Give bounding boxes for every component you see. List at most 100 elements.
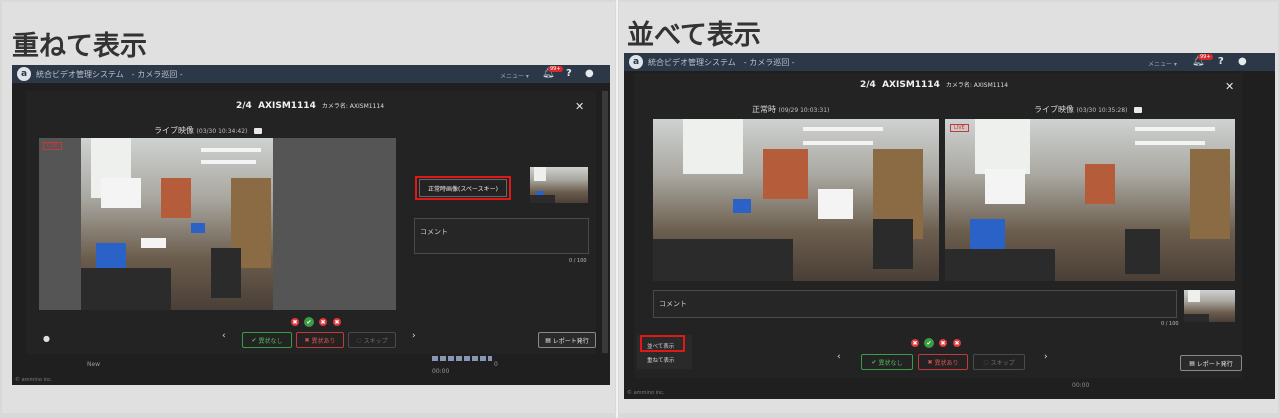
footer-copyright: © ammino inc. [627,390,665,396]
bg-row-time: 00:00 [432,368,450,375]
overlay-option[interactable]: 重ねて表示 [647,356,675,364]
menu-button[interactable]: メニュー ▾ [500,71,529,80]
check-icon: ✔ [251,336,257,344]
scrollbar[interactable] [602,91,608,353]
skip-button[interactable]: ◌ スキップ [348,332,396,348]
settings-icon[interactable]: ● [43,334,50,343]
result-dot-ng[interactable]: ✖ [939,339,947,347]
snapshot-camera-icon[interactable] [253,127,262,134]
help-icon[interactable]: ? [566,68,572,79]
app-logo: a [629,55,643,69]
normal-timestamp: (09/29 10:03:31) [778,107,830,114]
anomaly-button[interactable]: ✖ 異状あり [918,354,968,370]
modal-title: 2/4 AXISM1114 カメラ名: AXISM1114 [236,101,384,111]
live-label: ライブ映像 (03/30 10:35:28) [1034,104,1142,115]
check-icon: ✔ [871,358,877,366]
eye-off-icon: ◌ [983,358,989,366]
report-button[interactable]: ▤ レポート発行 [1180,355,1242,371]
next-arrow-icon[interactable]: › [1044,352,1048,362]
app-bar: a 統合ビデオ管理システム - カメラ巡回 - メニュー ▾ 🔔︎ 99+ ? … [12,65,610,83]
bg-row-time: 00:00 [1072,382,1090,389]
user-icon[interactable]: ● [1238,56,1247,67]
camera-counter: 2/4 [236,101,252,111]
result-dot-ng[interactable]: ✖ [319,318,327,326]
live-camera-image [81,138,273,310]
report-icon: ▤ [1189,359,1195,367]
next-arrow-icon[interactable]: › [412,331,416,341]
normal-image-thumbnail[interactable] [530,167,588,203]
result-dot-ng[interactable]: ✖ [291,318,299,326]
normal-label: 正常時 (09/29 10:03:31) [752,104,829,115]
anomaly-button[interactable]: ✖ 異状あり [296,332,344,348]
camera-id: AXISM1114 [258,101,316,111]
result-dot-ok[interactable]: ✔ [924,338,934,348]
result-dot-ng[interactable]: ✖ [953,339,961,347]
report-button[interactable]: ▤ レポート発行 [538,332,596,348]
camera-counter: 2/4 [860,80,876,90]
highlight-box [415,176,511,200]
patrol-modal: 2/4 AXISM1114 カメラ名: AXISM1114 ✕ ライブ映像 (03… [26,91,596,354]
live-timestamp: (03/30 10:35:28) [1076,107,1128,114]
comparison-figure: 重ねて表示 a 統合ビデオ管理システム - カメラ巡回 - メニュー ▾ 🔔︎ … [0,0,1280,418]
skip-button[interactable]: ◌ スキップ [973,354,1025,370]
eye-off-icon: ◌ [356,336,362,344]
panel-heading: 重ねて表示 [12,31,147,62]
help-icon[interactable]: ? [1218,56,1224,67]
bg-row-label: New [87,361,101,368]
result-dot-ng[interactable]: ✖ [333,318,341,326]
live-tag: LIVE [950,124,969,132]
result-dot-ng[interactable]: ✖ [911,339,919,347]
patrol-modal: 2/4 AXISM1114 カメラ名: AXISM1114 ✕ 正常時 (09/2… [634,73,1242,378]
snapshot-camera-icon[interactable] [1133,106,1142,113]
cross-icon: ✖ [927,358,933,366]
live-label-text: ライブ映像 [154,126,194,135]
no-anomaly-button[interactable]: ✔ 異状なし [861,354,913,370]
anomaly-label: 異状あり [934,359,959,367]
camera-name: カメラ名: AXISM1114 [321,103,385,110]
report-icon: ▤ [545,336,551,344]
camera-id: AXISM1114 [882,80,940,90]
report-label: レポート発行 [552,337,589,345]
live-tag: LIVE [43,142,62,150]
highlight-box [640,335,685,352]
normal-camera-image [653,119,939,281]
normal-image-thumbnail[interactable] [1184,290,1235,322]
no-anomaly-label: 異状なし [258,337,283,345]
modal-title: 2/4 AXISM1114 カメラ名: AXISM1114 [860,80,1008,90]
skip-label: スキップ [363,337,388,345]
panel-heading: 並べて表示 [627,20,761,51]
comment-field[interactable]: コメント [414,218,589,254]
notification-badge: 99+ [1198,54,1213,60]
prev-arrow-icon[interactable]: ‹ [222,331,226,341]
result-dot-ok[interactable]: ✔ [304,317,314,327]
cross-icon: ✖ [304,336,310,344]
app-bar: a 統合ビデオ管理システム - カメラ巡回 - メニュー ▾ 🔔︎ 99+ ? … [624,53,1275,71]
comment-counter: 0 / 100 [569,258,587,264]
menu-button[interactable]: メニュー ▾ [1148,59,1177,68]
comment-field[interactable]: コメント [653,290,1177,318]
normal-label-text: 正常時 [752,105,776,114]
live-label: ライブ映像 (03/30 10:34:42) [154,125,262,136]
notification-badge: 99+ [548,66,563,72]
report-label: レポート発行 [1196,360,1233,368]
no-anomaly-button[interactable]: ✔ 異状なし [242,332,292,348]
divider [616,0,618,418]
prev-arrow-icon[interactable]: ‹ [837,352,841,362]
bg-row-progress [432,356,492,361]
live-timestamp: (03/30 10:34:42) [196,128,248,135]
live-camera-image [945,119,1235,281]
anomaly-label: 異状あり [311,337,336,345]
app-logo: a [17,67,31,81]
app-title: 統合ビデオ管理システム - カメラ巡回 - [36,69,183,79]
live-label-text: ライブ映像 [1034,105,1074,114]
app-screen: a 統合ビデオ管理システム - カメラ巡回 - メニュー ▾ 🔔︎ 99+ ? … [624,53,1275,399]
side-by-side-view-panel: 並べて表示 a 統合ビデオ管理システム - カメラ巡回 - メニュー ▾ 🔔︎ … [619,2,1278,413]
comment-counter: 0 / 100 [1161,321,1179,327]
close-icon[interactable]: ✕ [1225,80,1234,93]
skip-label: スキップ [990,359,1015,367]
close-icon[interactable]: ✕ [575,100,584,113]
overlay-view-panel: 重ねて表示 a 統合ビデオ管理システム - カメラ巡回 - メニュー ▾ 🔔︎ … [2,2,615,413]
bg-row-count: 0 [494,361,498,368]
footer-copyright: © ammino inc. [15,377,53,383]
user-icon[interactable]: ● [585,68,594,79]
